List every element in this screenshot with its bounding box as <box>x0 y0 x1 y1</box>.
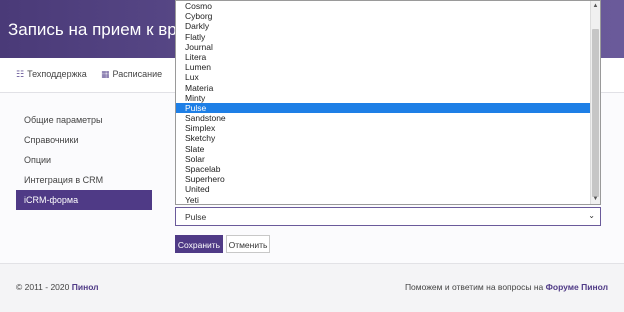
theme-select-value: Pulse <box>185 212 207 222</box>
dropdown-scrollbar[interactable]: ▲ ▼ <box>590 1 600 204</box>
theme-option[interactable]: Yeti <box>176 195 590 204</box>
sidebar-item-directories[interactable]: Справочники <box>16 130 152 150</box>
theme-option[interactable]: Darkly <box>176 21 590 31</box>
cancel-button[interactable]: Отменить <box>226 235 270 253</box>
theme-option[interactable]: Flatly <box>176 32 590 42</box>
sidebar-item-crm[interactable]: Интеграция в CRM <box>16 170 152 190</box>
theme-options: Cosmo Cyborg Darkly Flatly Journal Litera Lume… <box>176 1 590 204</box>
theme-option[interactable]: Simplex <box>176 123 590 133</box>
chevron-down-icon: ⌄ <box>588 211 595 220</box>
theme-option[interactable]: Materia <box>176 83 590 93</box>
sidebar-item-options[interactable]: Опции <box>16 150 152 170</box>
scroll-up-icon[interactable]: ▲ <box>591 1 600 11</box>
scroll-thumb[interactable] <box>592 29 599 197</box>
footer-copyright: © 2011 - 2020 Пинол <box>16 282 99 292</box>
user-icon: ☷ <box>16 69 25 79</box>
theme-option[interactable]: Lux <box>176 72 590 82</box>
help-text: Поможем и ответим на вопросы на <box>404 282 546 292</box>
theme-option[interactable]: Sketchy <box>176 133 590 143</box>
footer-help: Поможем и ответим на вопросы на Форуме П… <box>405 282 608 292</box>
theme-dropdown-list[interactable]: Cosmo Cyborg Darkly Flatly Journal Litera Lume… <box>175 0 601 205</box>
nav-support[interactable]: ☷ Техподдержка <box>16 69 87 80</box>
footer: © 2011 - 2020 Пинол Поможем и ответим на… <box>0 263 624 312</box>
save-button[interactable]: Сохранить <box>175 235 223 253</box>
nav-schedule-label: Расписание <box>112 69 163 79</box>
footer-brand: Пинол <box>71 282 99 292</box>
theme-select[interactable]: Pulse ⌄ <box>175 207 601 226</box>
nav-schedule[interactable]: ▦ Расписание <box>101 69 162 80</box>
nav-support-label: Техподдержка <box>27 69 87 79</box>
scroll-down-icon[interactable]: ▼ <box>591 194 600 204</box>
theme-option[interactable]: Litera <box>176 52 590 62</box>
theme-option[interactable]: Sandstone <box>176 113 590 123</box>
theme-option[interactable]: Lumen <box>176 62 590 72</box>
theme-option[interactable]: United <box>176 184 590 194</box>
theme-option[interactable]: Cyborg <box>176 11 590 21</box>
copyright-text: © 2011 - 2020 <box>16 282 72 292</box>
forum-link[interactable]: Форуме Пинол <box>546 282 608 292</box>
sidebar-item-icrm-form[interactable]: iCRM-форма <box>16 190 152 210</box>
calendar-icon: ▦ <box>101 69 110 79</box>
theme-option[interactable]: Minty <box>176 93 590 103</box>
theme-option[interactable]: Spacelab <box>176 164 590 174</box>
theme-option[interactable]: Journal <box>176 42 590 52</box>
theme-option[interactable]: Pulse <box>176 102 590 114</box>
sidebar-item-general[interactable]: Общие параметры <box>16 110 152 130</box>
theme-option[interactable]: Superhero <box>176 174 590 184</box>
theme-option[interactable]: Slate <box>176 144 590 154</box>
sidebar: Общие параметры Справочники Опции Интегр… <box>16 110 152 210</box>
theme-option[interactable]: Solar <box>176 154 590 164</box>
theme-option[interactable]: Cosmo <box>176 1 590 11</box>
